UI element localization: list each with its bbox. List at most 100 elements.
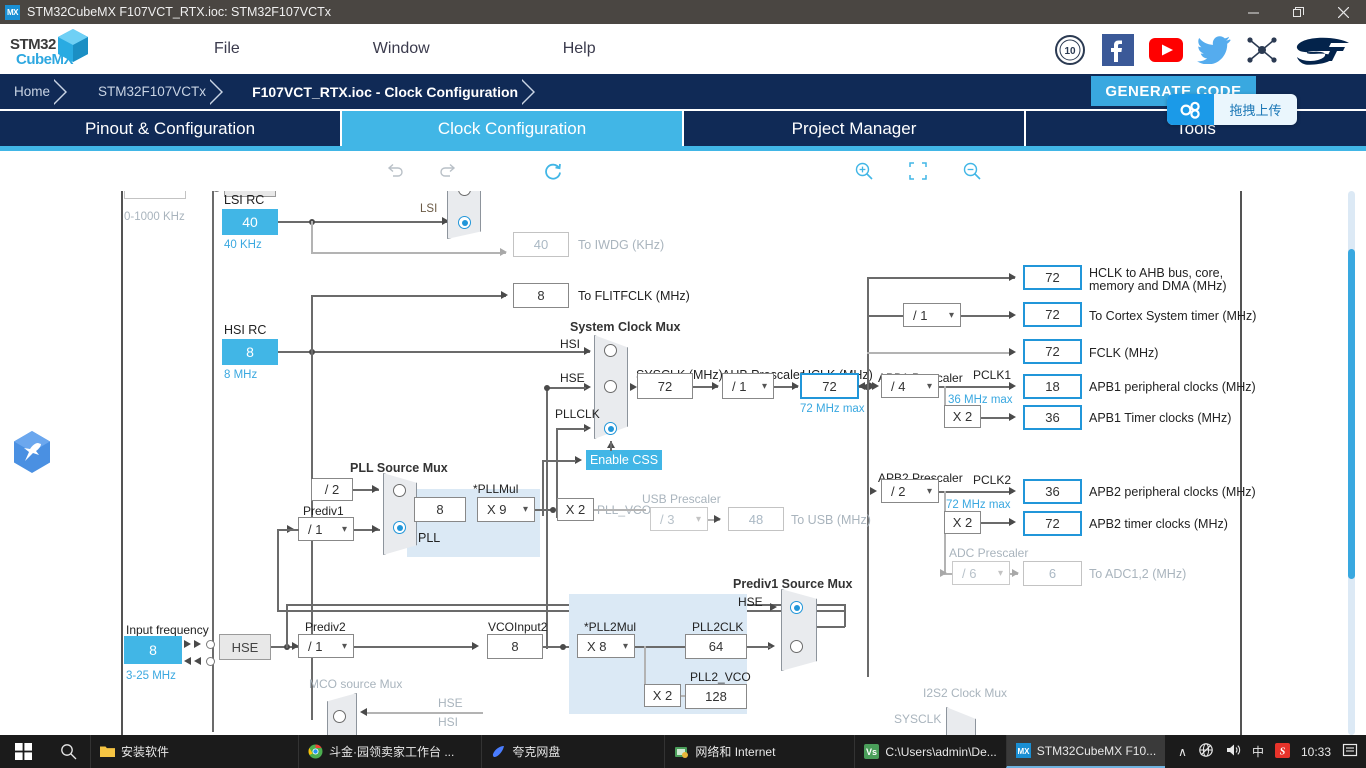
restore-button[interactable] bbox=[1276, 0, 1321, 24]
taskbar-item-label: 网络和 Internet bbox=[695, 745, 776, 759]
apb2-peripheral-value[interactable]: 36 bbox=[1023, 479, 1082, 504]
pllmul-select[interactable]: X 9 ▾ bbox=[477, 497, 535, 522]
taskbar-item-installer[interactable]: 安装软件 bbox=[90, 735, 178, 768]
arrow-icon bbox=[1012, 569, 1019, 577]
hsi-rc-value[interactable]: 8 bbox=[222, 339, 278, 365]
vcoinput2-value[interactable]: 8 bbox=[487, 634, 543, 659]
fclk-label: FCLK (MHz) bbox=[1089, 346, 1159, 360]
taskbar-item-vscode[interactable]: Vs C:\Users\admin\De... bbox=[854, 735, 1005, 768]
hse-box[interactable]: HSE bbox=[219, 634, 271, 660]
zoom-in-icon[interactable] bbox=[852, 159, 876, 183]
prediv2-select[interactable]: / 1 ▾ bbox=[298, 634, 354, 658]
tab-pinout-configuration[interactable]: Pinout & Configuration bbox=[0, 111, 342, 146]
sysmux-option-pllclk[interactable] bbox=[604, 422, 617, 435]
sysclk-value[interactable]: 72 bbox=[637, 373, 693, 399]
start-icon[interactable] bbox=[0, 735, 46, 768]
prediv1-select[interactable]: / 1 ▾ bbox=[298, 517, 354, 541]
undo-icon[interactable] bbox=[382, 159, 406, 183]
prediv1-label: Prediv1 bbox=[303, 504, 344, 518]
rtc-clock-mux[interactable] bbox=[447, 191, 481, 239]
facebook-icon[interactable] bbox=[1100, 32, 1136, 68]
adc-prescaler-select[interactable]: / 6 ▾ bbox=[952, 561, 1010, 585]
zoom-fit-icon[interactable] bbox=[906, 159, 930, 183]
input-frequency-value[interactable]: 8 bbox=[124, 636, 182, 664]
redo-icon[interactable] bbox=[436, 159, 460, 183]
pll2clk-value[interactable]: 64 bbox=[685, 634, 747, 659]
apb1-peripheral-value[interactable]: 18 bbox=[1023, 374, 1082, 399]
mco-mux-option-hse[interactable] bbox=[333, 710, 346, 723]
apb2-timer-value[interactable]: 72 bbox=[1023, 511, 1082, 536]
breadcrumb-device[interactable]: STM32F107VCTx bbox=[98, 84, 206, 99]
folder-icon bbox=[100, 746, 115, 757]
search-icon[interactable] bbox=[46, 735, 90, 768]
speaker-icon[interactable] bbox=[1225, 742, 1241, 761]
refresh-icon[interactable] bbox=[540, 158, 566, 184]
taskbar-item-label: C:\Users\admin\De... bbox=[885, 744, 997, 759]
arrow-icon bbox=[858, 382, 865, 390]
tab-project-manager[interactable]: Project Manager bbox=[684, 111, 1026, 146]
menu-window[interactable]: Window bbox=[359, 34, 444, 64]
rtc-mux-option-2[interactable] bbox=[458, 216, 471, 229]
cortex-timer-value[interactable]: 72 bbox=[1023, 302, 1082, 327]
globe-offline-icon[interactable] bbox=[1198, 742, 1214, 761]
pll-source-option-prediv2[interactable] bbox=[393, 484, 406, 497]
apb1-prescaler-select[interactable]: / 4 ▾ bbox=[881, 374, 939, 398]
pll2-vco-value[interactable]: 128 bbox=[685, 684, 747, 709]
enable-css-button[interactable]: Enable CSS bbox=[586, 450, 662, 470]
pll2mul-select[interactable]: X 8 ▾ bbox=[577, 634, 635, 658]
hse-in-pin-icon bbox=[206, 640, 215, 649]
twitter-icon[interactable] bbox=[1196, 32, 1232, 68]
sogou-icon[interactable]: S bbox=[1274, 742, 1290, 761]
svg-text:MX: MX bbox=[1017, 747, 1030, 756]
st-logo-icon[interactable] bbox=[1292, 32, 1352, 68]
svg-text:10: 10 bbox=[1064, 46, 1076, 57]
usb-prescaler-select[interactable]: / 3 ▾ bbox=[650, 507, 708, 531]
lsi-rc-value[interactable]: 40 bbox=[222, 209, 278, 235]
sysmux-option-hse[interactable] bbox=[604, 380, 617, 393]
close-button[interactable] bbox=[1321, 0, 1366, 24]
network-icon[interactable] bbox=[1244, 32, 1280, 68]
sysmux-option-hsi[interactable] bbox=[604, 344, 617, 357]
tab-clock-configuration[interactable]: Clock Configuration bbox=[342, 111, 684, 146]
window-controls bbox=[1231, 0, 1366, 24]
clock-time[interactable]: 10:33 bbox=[1301, 745, 1331, 759]
tray-chevron-icon[interactable]: ∧ bbox=[1178, 745, 1187, 759]
i2s2-clock-mux-label: I2S2 Clock Mux bbox=[923, 686, 1008, 700]
apb1-timer-value[interactable]: 36 bbox=[1023, 405, 1082, 430]
to-flitfclk-value[interactable]: 8 bbox=[513, 283, 569, 308]
taskbar-item-quark[interactable]: 夸克网盘 bbox=[481, 735, 569, 768]
floating-bird-widget-icon[interactable] bbox=[8, 428, 56, 476]
vertical-scrollbar-thumb[interactable] bbox=[1348, 249, 1355, 579]
drag-upload-tooltip[interactable]: 拖拽上传 bbox=[1167, 94, 1297, 125]
wire-left-rail bbox=[212, 191, 214, 732]
notification-icon[interactable] bbox=[1342, 742, 1358, 761]
menu-file[interactable]: File bbox=[200, 34, 254, 64]
prediv1-src-option-hse[interactable] bbox=[790, 601, 803, 614]
youtube-icon[interactable] bbox=[1148, 32, 1184, 68]
minimize-button[interactable] bbox=[1231, 0, 1276, 24]
apb2-prescaler-select[interactable]: / 2 ▾ bbox=[881, 479, 939, 503]
usb-value[interactable]: 48 bbox=[728, 507, 784, 531]
prediv1-src-option-pll2clk[interactable] bbox=[790, 640, 803, 653]
i2s2-clock-mux[interactable] bbox=[946, 707, 976, 735]
lse-value-box[interactable] bbox=[124, 191, 186, 199]
ime-indicator[interactable]: 中 bbox=[1252, 743, 1264, 760]
pll-source-option-prediv1[interactable] bbox=[393, 521, 406, 534]
taskbar-item-network-settings[interactable]: 网络和 Internet bbox=[664, 735, 784, 768]
clock-tree-canvas[interactable]: 0-1000 KHz LSI RC 40 40 KHz LSI 40 To IW… bbox=[0, 191, 1366, 735]
zoom-out-icon[interactable] bbox=[960, 159, 984, 183]
quark-icon bbox=[493, 746, 505, 758]
fclk-value[interactable]: 72 bbox=[1023, 339, 1082, 364]
hclk-value[interactable]: 72 bbox=[800, 373, 859, 399]
adc-value[interactable]: 6 bbox=[1023, 561, 1082, 586]
menu-help[interactable]: Help bbox=[549, 34, 610, 64]
cortex-prescaler-select[interactable]: / 1 ▾ bbox=[903, 303, 961, 327]
hclk-ahb-value[interactable]: 72 bbox=[1023, 265, 1082, 290]
to-iwdg-value[interactable]: 40 bbox=[513, 232, 569, 257]
taskbar-item-stm32cubemx[interactable]: MX STM32CubeMX F10... bbox=[1005, 735, 1166, 768]
pll-input-value[interactable]: 8 bbox=[414, 497, 466, 522]
taskbar-item-chrome[interactable]: 斗金·园领卖家工作台 ... bbox=[298, 735, 463, 768]
ahb-prescaler-select[interactable]: / 1 ▾ bbox=[722, 373, 774, 399]
breadcrumb-home[interactable]: Home bbox=[14, 84, 50, 99]
10-years-badge-icon[interactable]: 10 bbox=[1052, 32, 1088, 68]
